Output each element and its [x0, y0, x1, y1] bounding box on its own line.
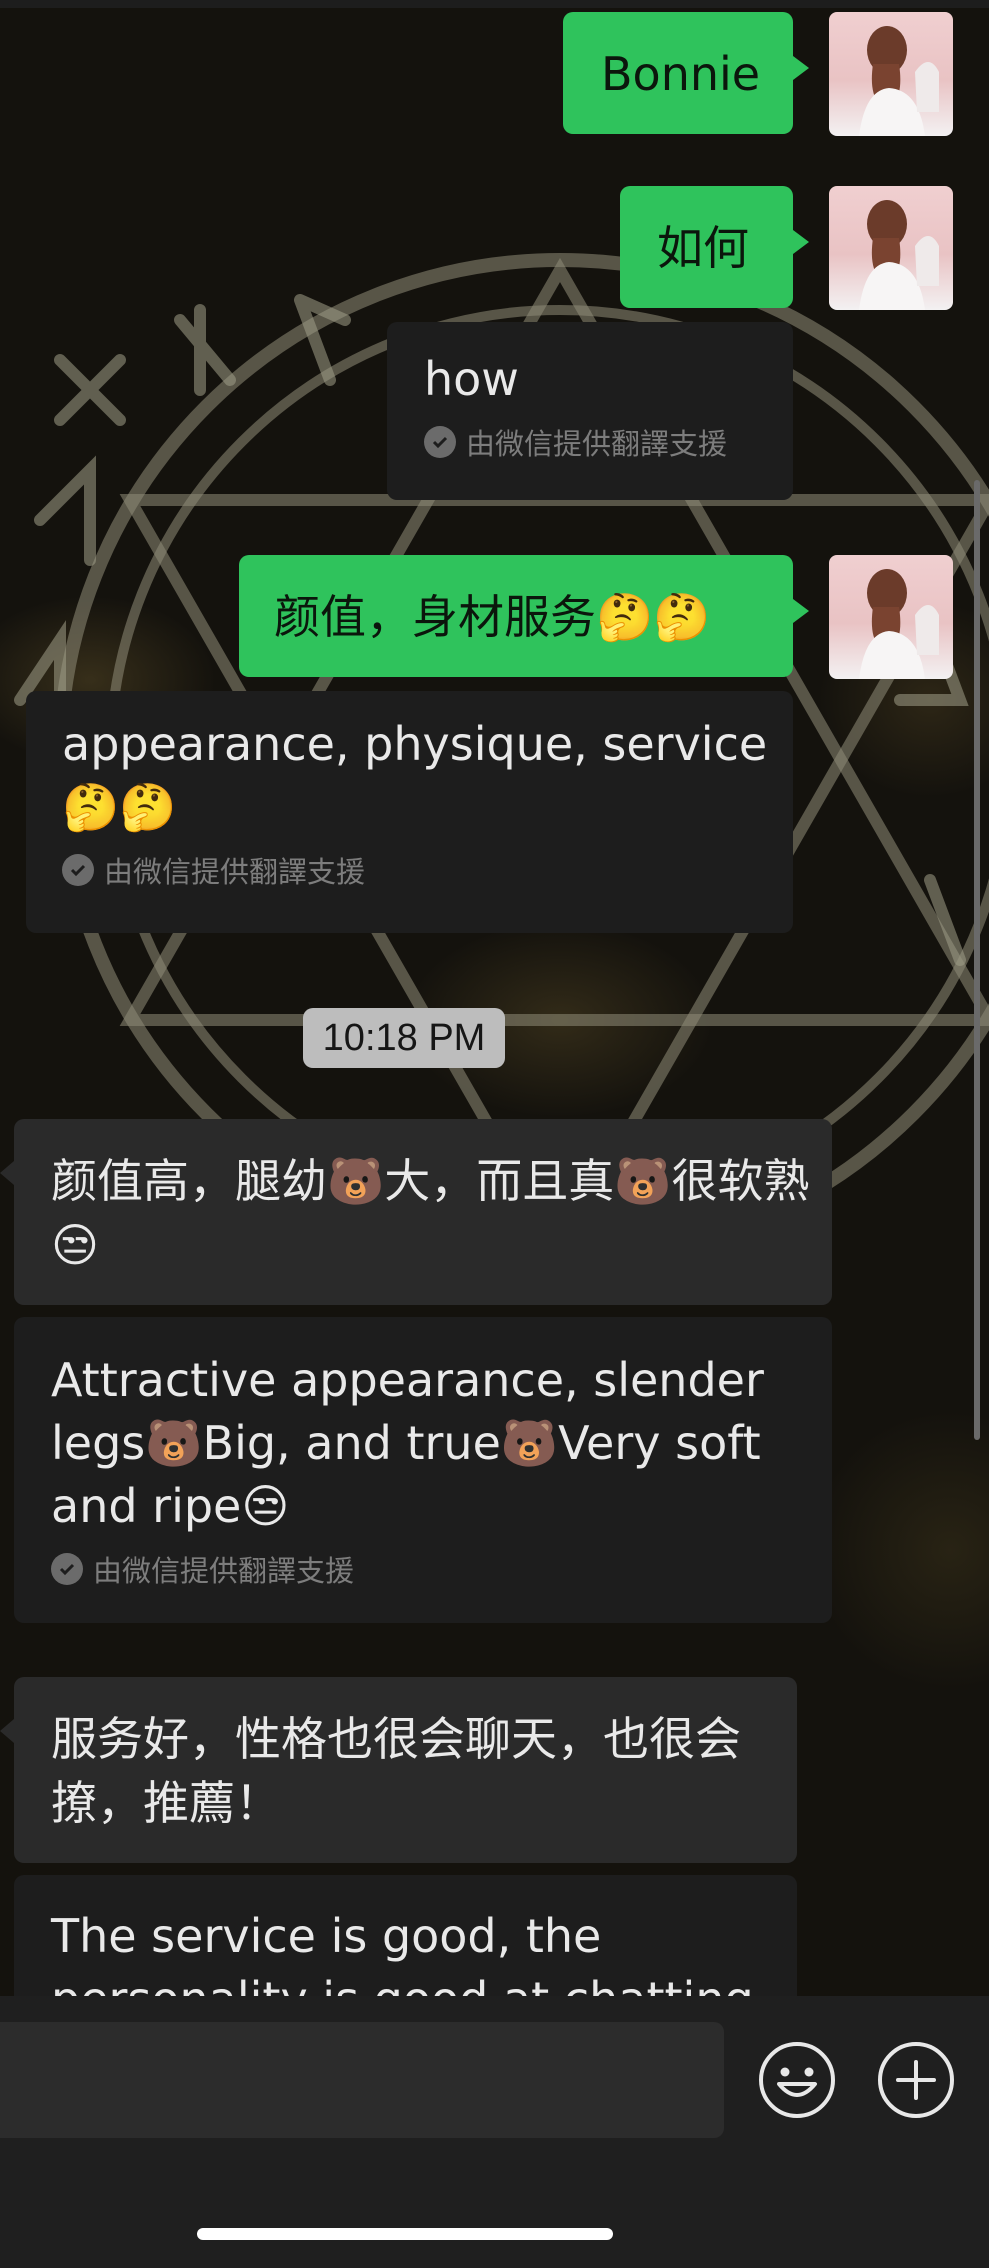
check-circle-icon [424, 426, 456, 458]
plus-circle-icon [878, 2042, 954, 2118]
sent-message-appearance[interactable]: 颜值，身材服务🤔🤔 [239, 555, 809, 677]
user-avatar[interactable] [829, 12, 953, 136]
status-divider [0, 0, 989, 8]
emoji-button[interactable] [757, 2040, 837, 2120]
message-text: 服务好，性格也很会聊天，也很会撩，推薦！ [51, 1712, 741, 1830]
home-indicator[interactable] [197, 2228, 613, 2240]
received-message-attractive[interactable]: 颜值高，腿幼🐻大，而且真🐻很软熟😒 [0, 1119, 832, 1305]
translation-text: appearance, physique, service 🤔🤔 [62, 717, 768, 834]
translation-text: how [424, 352, 519, 406]
translation-credit-text: 由微信提供翻譯支援 [93, 1554, 355, 1588]
chat-input-bar [0, 1996, 989, 2268]
avatar-portrait-icon [859, 569, 939, 679]
avatar-portrait-icon [859, 200, 939, 310]
translation-credit: 由微信提供翻譯支援 [424, 421, 793, 463]
translation-bubble-how[interactable]: how 由微信提供翻譯支援 [387, 322, 793, 500]
user-avatar[interactable] [829, 186, 953, 310]
message-text: Bonnie [601, 47, 761, 101]
message-text: 如何 [657, 221, 749, 275]
sent-message-bonnie[interactable]: Bonnie [563, 12, 809, 134]
timestamp-pill: 10:18 PM [303, 1008, 505, 1068]
message-input[interactable] [0, 2022, 724, 2138]
translation-credit: 由微信提供翻譯支援 [62, 849, 773, 891]
translation-text: Attractive appearance, slender legs🐻Big,… [51, 1353, 764, 1533]
translation-bubble-attractive[interactable]: Attractive appearance, slender legs🐻Big,… [14, 1317, 832, 1623]
sent-message-ruhe[interactable]: 如何 [620, 186, 809, 308]
translation-credit-text: 由微信提供翻譯支援 [466, 427, 728, 461]
avatar-portrait-icon [859, 26, 939, 136]
message-text: 颜值高，腿幼🐻大，而且真🐻很软熟😒 [51, 1154, 810, 1272]
plus-button[interactable] [876, 2040, 956, 2120]
translation-credit: 由微信提供翻譯支援 [51, 1548, 812, 1590]
translation-credit-text: 由微信提供翻譯支援 [104, 855, 366, 889]
received-message-service[interactable]: 服务好，性格也很会聊天，也很会撩，推薦！ [0, 1677, 797, 1863]
chat-scrollbar[interactable] [974, 480, 980, 1440]
smiley-icon [759, 2042, 835, 2118]
check-circle-icon [62, 854, 94, 886]
user-avatar[interactable] [829, 555, 953, 679]
check-circle-icon [51, 1553, 83, 1585]
translation-bubble-appearance[interactable]: appearance, physique, service 🤔🤔 由微信提供翻譯… [26, 691, 793, 933]
message-text: 颜值，身材服务🤔🤔 [274, 590, 711, 644]
